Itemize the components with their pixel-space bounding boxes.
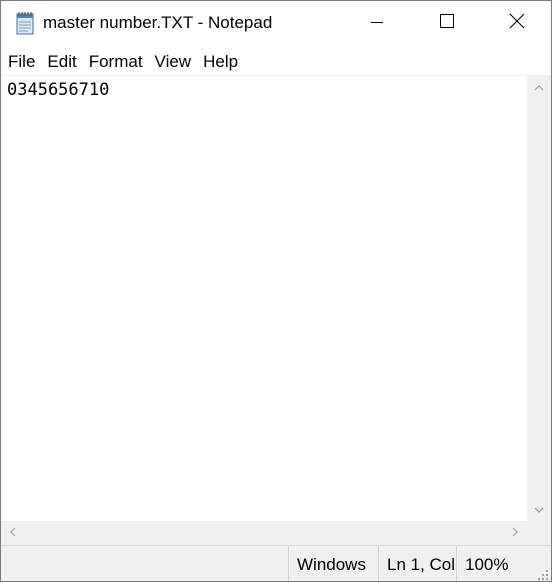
notepad-icon	[14, 11, 36, 35]
horizontal-scrollbar[interactable]	[1, 521, 527, 545]
scroll-right-button[interactable]	[503, 521, 527, 545]
chevron-right-icon	[512, 524, 518, 542]
chevron-down-icon	[534, 500, 544, 518]
scroll-left-button[interactable]	[1, 521, 25, 545]
menu-file[interactable]: File	[1, 48, 41, 75]
chevron-up-icon	[534, 78, 544, 96]
maximize-icon	[440, 14, 454, 33]
vertical-scrollbar[interactable]	[527, 75, 551, 521]
text-editor[interactable]: 0345656710	[1, 75, 527, 522]
menu-view[interactable]: View	[149, 48, 198, 75]
editor-content[interactable]: 0345656710	[7, 80, 109, 100]
status-cursor-position: Ln 1, Col	[378, 546, 456, 581]
minimize-icon	[371, 15, 383, 33]
maximize-button[interactable]	[412, 1, 482, 46]
menu-edit[interactable]: Edit	[41, 48, 82, 75]
scrollbar-corner	[527, 521, 551, 545]
scroll-down-button[interactable]	[527, 497, 551, 521]
menu-help[interactable]: Help	[197, 48, 244, 75]
scroll-up-button[interactable]	[527, 75, 551, 99]
title-bar[interactable]: master number.TXT - Notepad	[1, 1, 551, 46]
close-icon	[509, 13, 525, 34]
notepad-window: master number.TXT - Notepad File Edit Fo…	[0, 0, 552, 582]
menu-format[interactable]: Format	[83, 48, 149, 75]
chevron-left-icon	[10, 524, 16, 542]
menu-bar: File Edit Format View Help	[1, 48, 551, 75]
status-bar: Windows Ln 1, Col 100%	[1, 545, 551, 581]
minimize-button[interactable]	[342, 1, 412, 46]
status-encoding: Windows	[288, 546, 368, 581]
window-title: master number.TXT - Notepad	[43, 13, 273, 32]
resize-grip-icon[interactable]	[537, 568, 549, 580]
status-zoom: 100%	[456, 546, 526, 581]
close-button[interactable]	[482, 1, 551, 46]
